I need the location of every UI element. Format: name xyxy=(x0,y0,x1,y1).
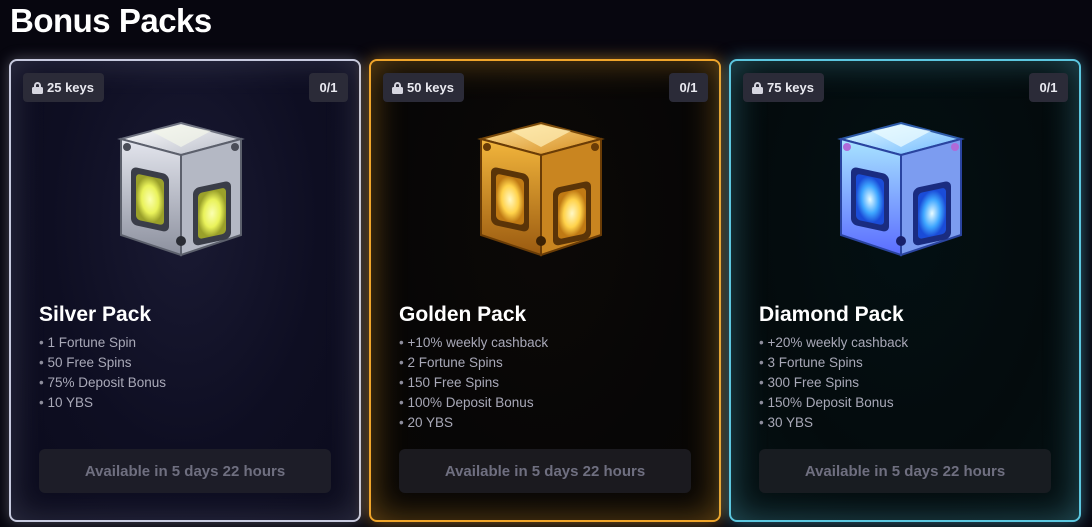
perk-list: +20% weekly cashback 3 Fortune Spins 300… xyxy=(759,333,908,433)
perk-item: 150% Deposit Bonus xyxy=(759,393,908,413)
perk-item: 300 Free Spins xyxy=(759,373,908,393)
perk-list: 1 Fortune Spin 50 Free Spins 75% Deposit… xyxy=(39,333,166,413)
perk-item: 20 YBS xyxy=(399,413,548,433)
golden-pack-card[interactable]: 50 keys 0/1 Golden Pack • +10% weekly ca… xyxy=(369,59,721,522)
availability-button[interactable]: Available in 5 days 22 hours xyxy=(759,449,1051,493)
keys-badge: 25 keys xyxy=(23,73,104,102)
perk-item: 50 Free Spins xyxy=(39,353,166,373)
diamond-cube-icon xyxy=(835,121,967,259)
silver-cube-icon xyxy=(115,121,247,259)
pack-name: Silver Pack xyxy=(39,303,152,326)
pack-name: Golden Pack xyxy=(399,303,527,326)
bonus-pack-list: 25 keys 0/1 Silver Pack • 1 Fortune Spin… xyxy=(9,59,1083,522)
availability-button[interactable]: Available in 5 days 22 hours xyxy=(39,449,331,493)
claim-count-badge: 0/1 xyxy=(669,73,708,102)
pack-name: Diamond Pack xyxy=(759,303,904,326)
availability-button[interactable]: Available in 5 days 22 hours xyxy=(399,449,691,493)
silver-pack-card[interactable]: 25 keys 0/1 Silver Pack • 1 Fortune Spin… xyxy=(9,59,361,522)
perk-item: 100% Deposit Bonus xyxy=(399,393,548,413)
perk-item: 3 Fortune Spins xyxy=(759,353,908,373)
claim-count-badge: 0/1 xyxy=(1029,73,1068,102)
perk-item: 75% Deposit Bonus xyxy=(39,373,166,393)
lock-icon xyxy=(392,81,403,94)
perk-item: 10 YBS xyxy=(39,393,166,413)
golden-cube-icon xyxy=(475,121,607,259)
perk-item: 30 YBS xyxy=(759,413,908,433)
lock-icon xyxy=(32,81,43,94)
keys-label: 75 keys xyxy=(767,80,814,95)
perk-item: +10% weekly cashback xyxy=(399,333,548,353)
keys-label: 25 keys xyxy=(47,80,94,95)
perk-item: 150 Free Spins xyxy=(399,373,548,393)
perk-item: 1 Fortune Spin xyxy=(39,333,166,353)
lock-icon xyxy=(752,81,763,94)
diamond-pack-card[interactable]: 75 keys 0/1 Diamond Pack • +20% weekly c… xyxy=(729,59,1081,522)
keys-badge: 50 keys xyxy=(383,73,464,102)
page-title: Bonus Packs xyxy=(10,2,212,39)
perk-item: 2 Fortune Spins xyxy=(399,353,548,373)
keys-label: 50 keys xyxy=(407,80,454,95)
claim-count-badge: 0/1 xyxy=(309,73,348,102)
keys-badge: 75 keys xyxy=(743,73,824,102)
perk-list: +10% weekly cashback 2 Fortune Spins 150… xyxy=(399,333,548,433)
perk-item: +20% weekly cashback xyxy=(759,333,908,353)
